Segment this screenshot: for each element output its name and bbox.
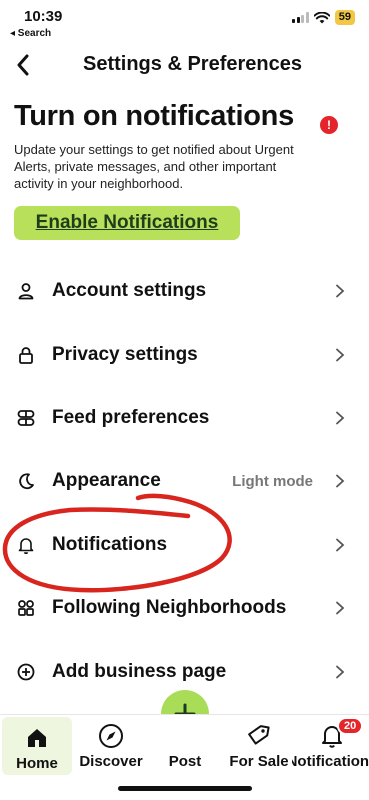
notifications-promo-title: Turn on notifications <box>14 100 294 132</box>
settings-row-appearance[interactable]: Appearance Light mode <box>0 456 369 506</box>
tab-label: Discover <box>79 753 143 770</box>
tab-discover[interactable]: Discover <box>76 715 146 775</box>
alert-icon: ! <box>320 116 338 134</box>
grid-icon <box>15 597 37 619</box>
tag-icon <box>246 719 272 753</box>
tab-label: Post <box>168 753 202 770</box>
compass-icon <box>98 719 124 753</box>
moon-icon <box>15 470 37 492</box>
page-header: Settings & Preferences <box>0 48 369 82</box>
chevron-right-icon <box>333 538 347 552</box>
appearance-value: Light mode <box>232 472 313 490</box>
tab-post[interactable]: Post <box>150 715 220 775</box>
home-icon <box>25 721 49 755</box>
status-bar: 10:39 ◂ Search 59 <box>0 0 369 44</box>
settings-row-label: Appearance <box>52 470 161 491</box>
notifications-promo-text: Update your settings to get notified abo… <box>14 142 294 191</box>
settings-row-feed[interactable]: Feed preferences <box>0 393 369 443</box>
status-time: 10:39 <box>24 8 63 25</box>
settings-row-label: Feed preferences <box>52 407 210 428</box>
chevron-right-icon <box>333 474 347 488</box>
bell-icon <box>15 534 37 556</box>
settings-row-account[interactable]: Account settings <box>0 266 369 316</box>
settings-row-label: Notifications <box>52 534 168 555</box>
battery-indicator: 59 <box>334 10 355 25</box>
enable-notifications-button[interactable]: Enable Notifications <box>14 206 240 240</box>
settings-row-privacy[interactable]: Privacy settings <box>0 330 369 380</box>
chevron-right-icon <box>333 665 347 679</box>
back-to-app-link[interactable]: ◂ Search <box>10 28 51 39</box>
chevron-right-icon <box>333 284 347 298</box>
status-indicators: 59 <box>292 10 355 25</box>
chevron-right-icon <box>333 601 347 615</box>
settings-row-label: Privacy settings <box>52 344 198 365</box>
feed-icon <box>15 407 37 429</box>
notifications-badge: 20 <box>337 717 364 735</box>
tab-label: For Sale <box>229 753 289 770</box>
tab-for-sale[interactable]: For Sale <box>224 715 294 775</box>
tab-home[interactable]: Home <box>2 717 72 775</box>
settings-row-label: Following Neighborhoods <box>52 597 287 618</box>
chevron-right-icon <box>333 348 347 362</box>
signal-icon <box>292 12 309 23</box>
settings-row-label: Account settings <box>52 280 207 301</box>
page-title: Settings & Preferences <box>83 53 302 75</box>
person-icon <box>15 280 37 302</box>
home-indicator <box>118 786 252 791</box>
lock-icon <box>15 344 37 366</box>
tab-label: Notifications <box>292 753 369 770</box>
tab-label: Home <box>16 755 58 772</box>
plus-circle-icon <box>15 661 37 683</box>
settings-row-neighborhoods[interactable]: Following Neighborhoods <box>0 583 369 633</box>
wifi-icon <box>313 11 330 23</box>
chevron-right-icon <box>333 411 347 425</box>
settings-row-notifications[interactable]: Notifications <box>0 520 369 570</box>
settings-row-label: Add business page <box>52 661 227 682</box>
